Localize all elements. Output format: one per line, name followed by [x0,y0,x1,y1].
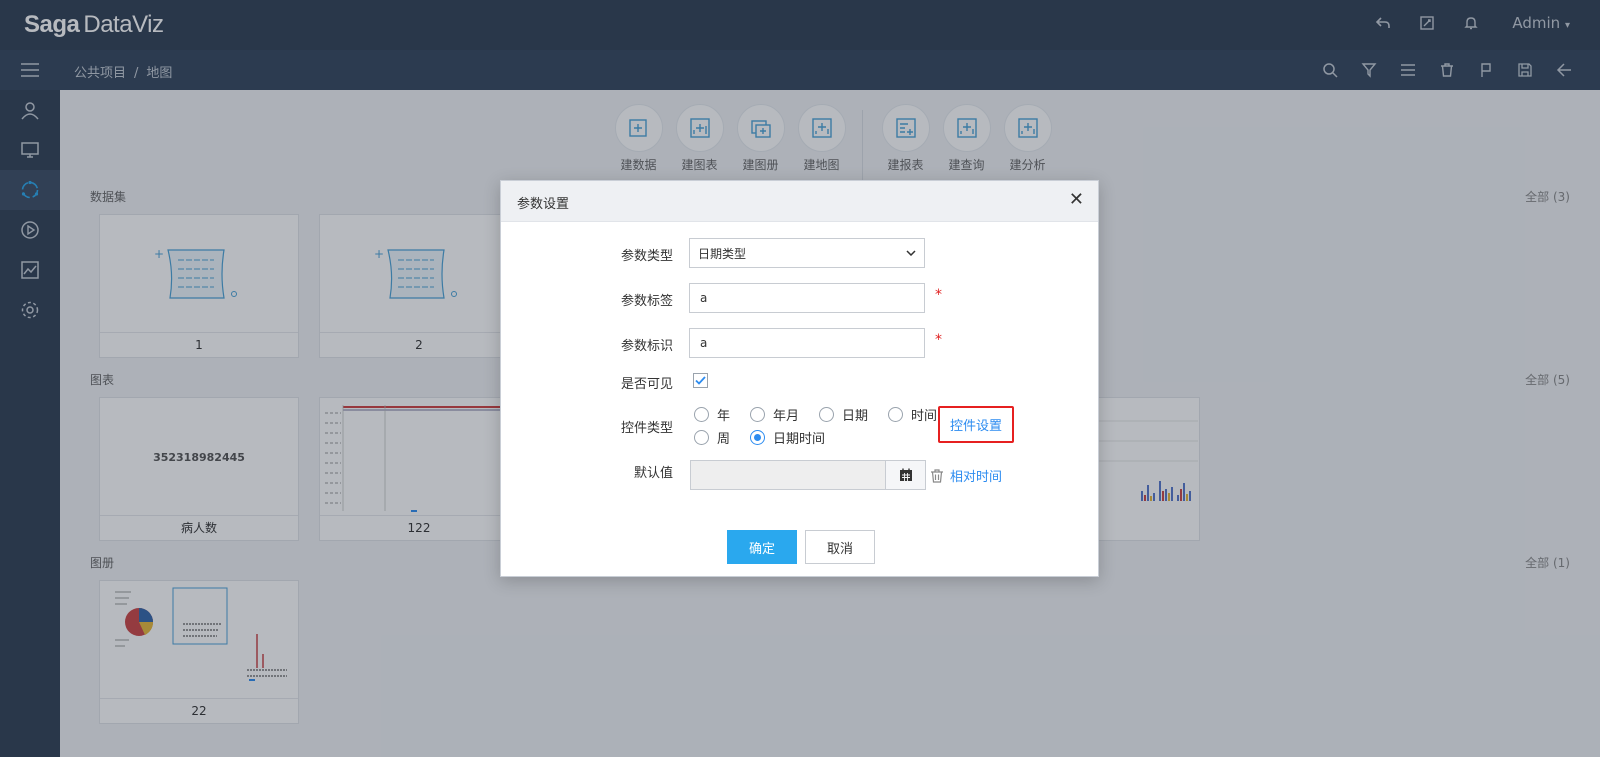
param-type-value: 日期类型 [698,246,747,261]
param-type-label: 参数类型 [621,249,674,264]
visible-checkbox[interactable] [693,373,708,388]
relative-time-label: 相对时间 [950,470,1003,485]
default-value-input[interactable] [690,460,886,490]
calendar-button[interactable] [886,460,926,490]
close-icon[interactable]: ✕ [1069,191,1084,209]
radio-label: 日期时间 [773,432,826,447]
cancel-button[interactable]: 取消 [805,530,875,564]
default-value-wrap: 相对时间 [690,460,1002,490]
radio-label: 周 [717,432,731,447]
param-settings-dialog: 参数设置 ✕ 参数类型 日期类型 参数标签 * 参数标识 * 是否可见 [500,180,1099,577]
dialog-header: 参数设置 ✕ [501,181,1098,222]
param-id-label: 参数标识 [621,339,674,354]
param-label-wrap: * [689,283,942,313]
trash-icon [931,468,943,483]
radio-label: 年 [717,409,731,424]
radio-label: 时间 [911,409,938,424]
radio-year[interactable]: 年 [694,405,730,424]
dialog-title: 参数设置 [517,197,570,212]
required-mark: * [935,287,942,303]
radio-year-month[interactable]: 年月 [750,405,799,424]
radio-label: 日期 [842,409,869,424]
check-icon [695,376,706,385]
param-id-wrap: * [689,328,942,358]
radio-week[interactable]: 周 [694,428,730,447]
required-mark: * [935,332,942,348]
radio-time[interactable]: 时间 [888,405,937,424]
param-label-input[interactable] [689,283,925,313]
radio-date[interactable]: 日期 [819,405,868,424]
default-value-label: 默认值 [633,466,673,481]
radio-label: 年月 [773,409,800,424]
confirm-button[interactable]: 确定 [727,530,797,564]
param-label-label: 参数标签 [621,294,674,309]
calendar-icon [899,468,912,481]
visible-label: 是否可见 [621,377,674,392]
chevron-down-icon [906,250,916,256]
relative-time-link[interactable]: 相对时间 [930,466,1002,485]
control-settings-link[interactable]: 控件设置 [938,406,1014,443]
control-type-label: 控件类型 [621,421,674,436]
param-type-select[interactable]: 日期类型 [689,238,925,268]
radio-datetime[interactable]: 日期时间 [750,428,825,447]
param-id-input[interactable] [689,328,925,358]
